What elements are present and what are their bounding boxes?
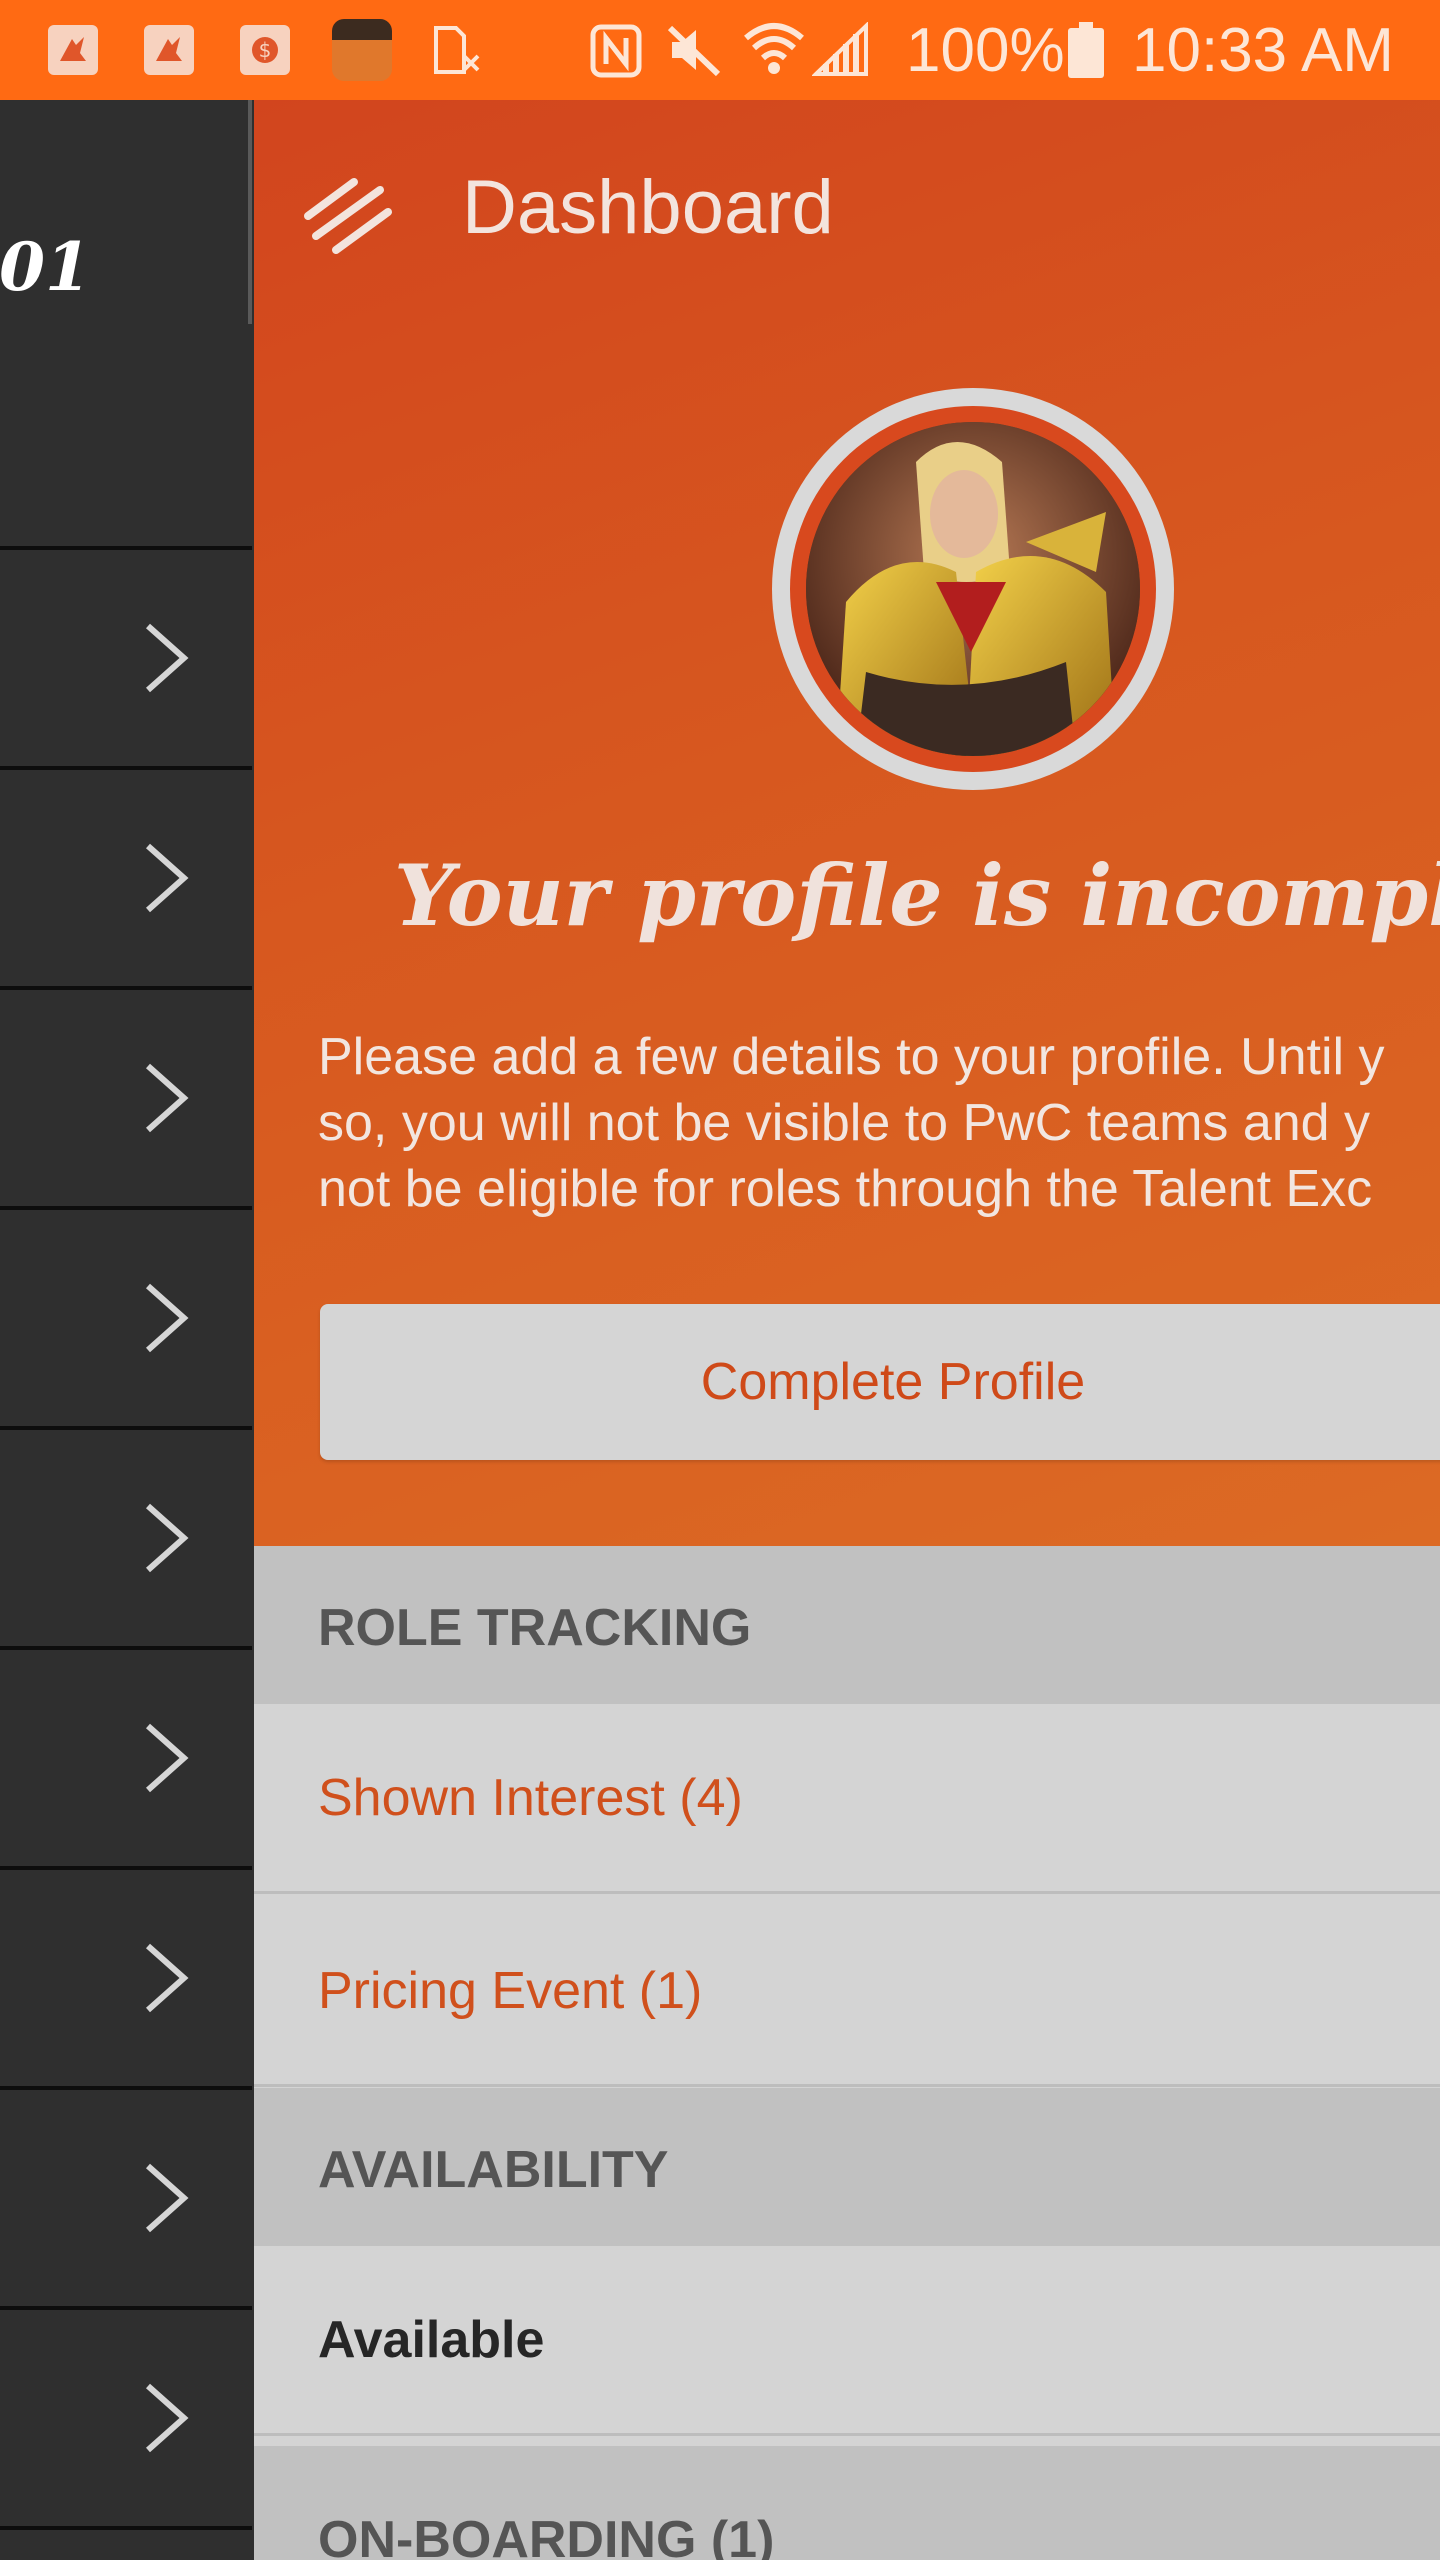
drawer-title: l01 [0,228,91,306]
complete-profile-button[interactable]: Complete Profile [320,1304,1440,1460]
chevron-right-icon [146,2383,189,2453]
drawer-item[interactable] [0,770,252,986]
wifi-icon [742,18,806,74]
app-badge-icon [332,19,392,81]
chevron-right-icon [146,843,189,913]
clock: 10:33 AM [1132,16,1394,85]
profile-heading: Your profile is incomple [394,846,1440,945]
avatar-image [806,422,1140,756]
profile-description: Please add a few details to your profile… [318,1028,1385,1218]
chevron-right-icon [146,1283,189,1353]
battery-icon [1068,22,1104,78]
sim-icon [432,26,484,82]
drawer-item[interactable] [0,1650,252,1866]
drawer-item[interactable] [0,1430,252,1646]
list-item-pricing-event[interactable]: Pricing Event (1) [254,1897,1440,2087]
drawer-item[interactable] [0,2090,252,2306]
chevron-right-icon [146,1063,189,1133]
chevron-right-icon [146,1503,189,1573]
navigation-drawer: l01 [0,100,252,2560]
nfc-icon [590,24,642,80]
notification-icon: $ [240,25,290,75]
section-header-availability: AVAILABILITY [254,2088,1440,2246]
dashboard-panel: Dashboard Your profile is incomple Pleas… [254,100,1440,2560]
status-bar: $ 100% 10:33 AM [0,0,1440,100]
notification-icon [144,25,194,75]
drawer-edge [248,100,252,324]
divider [0,2526,252,2530]
section-header-onboarding: ON-BOARDING (1) [254,2446,1440,2560]
page-title: Dashboard [462,165,834,250]
menu-icon[interactable] [302,176,394,256]
section-header-role-tracking: ROLE TRACKING [254,1546,1440,1704]
drawer-item[interactable] [0,550,252,766]
chevron-right-icon [146,2163,189,2233]
mute-icon [664,22,724,78]
complete-profile-label: Complete Profile [700,1353,1086,1411]
chevron-right-icon [146,623,189,693]
list-item-shown-interest[interactable]: Shown Interest (4) [254,1704,1440,1894]
signal-icon [811,21,870,78]
battery-percent: 100% [906,16,1065,85]
drawer-header: l01 [0,100,252,548]
svg-text:$: $ [259,38,272,62]
drawer-item[interactable] [0,2310,252,2526]
notification-icon [48,25,98,75]
drawer-item[interactable] [0,990,252,1206]
availability-status[interactable]: Available [254,2246,1440,2436]
chevron-right-icon [146,1943,189,2013]
drawer-item[interactable] [0,1210,252,1426]
avatar[interactable] [772,388,1174,790]
profile-hero: Dashboard Your profile is incomple Pleas… [254,100,1440,1546]
chevron-right-icon [146,1723,189,1793]
drawer-item[interactable] [0,1870,252,2086]
